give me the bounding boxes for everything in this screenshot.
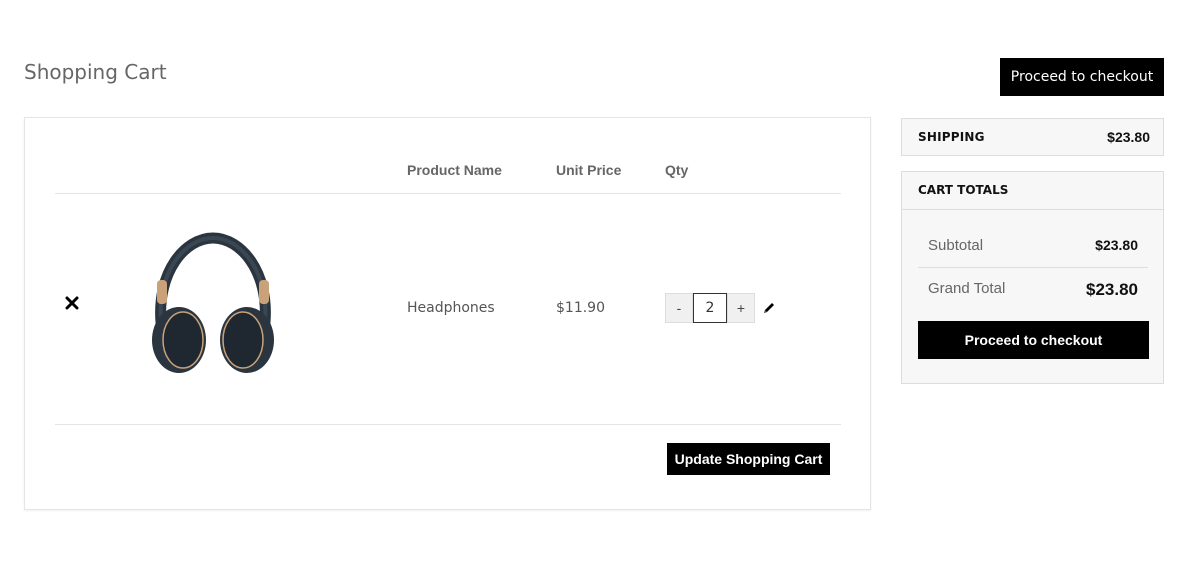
- grand-total-value: $23.80: [1086, 280, 1138, 299]
- shipping-label: SHIPPING: [918, 130, 985, 144]
- proceed-to-checkout-button[interactable]: Proceed to checkout: [1000, 58, 1164, 96]
- update-shopping-cart-button[interactable]: Update Shopping Cart: [667, 443, 830, 475]
- qty-input[interactable]: [693, 293, 727, 323]
- cart-totals-header: CART TOTALS: [902, 172, 1163, 210]
- pencil-icon[interactable]: [761, 300, 777, 316]
- unit-price: $11.90: [556, 300, 605, 316]
- cart-item-row: Headphones $11.90 - +: [55, 194, 841, 425]
- shipping-value: $23.80: [1107, 129, 1150, 145]
- shipping-summary: SHIPPING $23.80: [901, 118, 1164, 156]
- grand-total-label: Grand Total: [928, 280, 1006, 297]
- cart-table-panel: Product Name Unit Price Qty Headphones $…: [24, 117, 871, 510]
- headphones-image[interactable]: [113, 210, 313, 410]
- cart-totals-panel: CART TOTALS Subtotal $23.80 Grand Total …: [901, 171, 1164, 384]
- subtotal-row: Subtotal $23.80: [918, 220, 1148, 268]
- grand-total-row: Grand Total $23.80: [918, 268, 1148, 310]
- subtotal-label: Subtotal: [928, 237, 984, 254]
- column-header-product-name: Product Name: [407, 162, 502, 178]
- qty-increase-button[interactable]: +: [727, 293, 755, 323]
- cart-table-header: Product Name Unit Price Qty: [55, 150, 841, 194]
- qty-decrease-button[interactable]: -: [665, 293, 693, 323]
- cart-totals-title: CART TOTALS: [918, 183, 1009, 197]
- subtotal-value: $23.80: [1095, 237, 1138, 253]
- column-header-qty: Qty: [665, 162, 689, 178]
- remove-item-icon[interactable]: [64, 295, 80, 311]
- page-title: Shopping Cart: [24, 60, 167, 84]
- cart-totals-body: Subtotal $23.80 Grand Total $23.80: [918, 220, 1148, 310]
- product-name[interactable]: Headphones: [407, 300, 495, 316]
- column-header-unit-price: Unit Price: [556, 162, 622, 178]
- side-proceed-to-checkout-button[interactable]: Proceed to checkout: [918, 321, 1149, 359]
- quantity-stepper: - +: [665, 293, 777, 323]
